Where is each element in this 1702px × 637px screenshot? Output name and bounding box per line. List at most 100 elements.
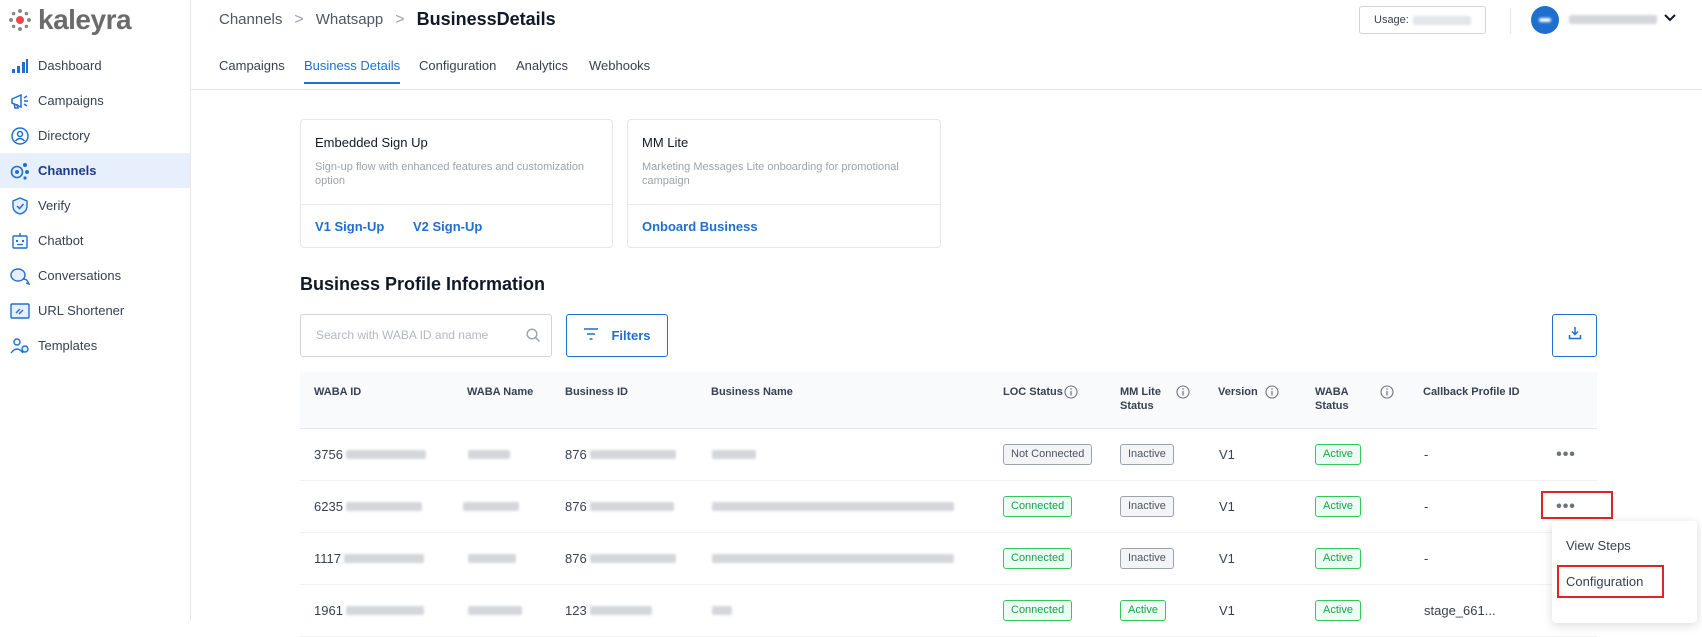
section-title: Business Profile Information: [300, 274, 546, 294]
v2-signup-link[interactable]: V2 Sign-Up: [413, 219, 482, 234]
tab-campaigns[interactable]: Campaigns: [219, 58, 285, 82]
waba-status-badge: Active: [1315, 444, 1361, 465]
info-icon[interactable]: [1176, 385, 1190, 404]
header-loc-status: LOC Status: [1003, 386, 1063, 398]
kaleyra-logo-icon: [9, 9, 31, 31]
tab-webhooks[interactable]: Webhooks: [589, 58, 650, 82]
tab-configuration[interactable]: Configuration: [419, 58, 496, 82]
chevron-right-icon: >: [294, 10, 304, 28]
chatbot-icon: [10, 231, 30, 251]
top-bar: Channels > Whatsapp > BusinessDetails Us…: [190, 0, 1702, 40]
version-cell: V1: [1219, 551, 1235, 566]
table-row[interactable]: 1961 123 Connected Active V1 Active stag…: [300, 585, 1597, 637]
v1-signup-link[interactable]: V1 Sign-Up: [315, 219, 384, 234]
waba-id-cell: 6235: [314, 499, 343, 514]
link-icon: [10, 301, 30, 321]
breadcrumb-channels[interactable]: Channels: [219, 11, 282, 28]
sidebar-item-chatbot[interactable]: Chatbot: [0, 223, 190, 258]
channels-icon: [10, 161, 30, 181]
search-box: [300, 314, 552, 357]
filters-label: Filters: [611, 328, 651, 343]
version-cell: V1: [1219, 499, 1235, 514]
redacted-text: [345, 450, 426, 459]
callback-cell: -: [1424, 499, 1429, 514]
redacted-text: [589, 450, 676, 459]
chevron-down-icon[interactable]: [1663, 11, 1677, 30]
filters-button[interactable]: Filters: [566, 314, 668, 357]
search-icon[interactable]: [526, 328, 541, 348]
menu-item-view-steps[interactable]: View Steps: [1566, 538, 1631, 553]
redacted-business-name: [712, 554, 954, 563]
breadcrumb-whatsapp[interactable]: Whatsapp: [316, 11, 384, 28]
sidebar: kaleyra Dashboard Campaigns Directory Ch…: [0, 0, 191, 621]
menu-item-configuration[interactable]: Configuration: [1566, 574, 1643, 589]
card-description: Marketing Messages Lite onboarding for p…: [642, 161, 899, 187]
loc-status-badge: Not Connected: [1003, 444, 1093, 465]
waba-id-cell: 3756: [314, 447, 343, 462]
header-mm-lite-status: Status: [1120, 400, 1154, 412]
sidebar-item-conversations[interactable]: Conversations: [0, 258, 190, 293]
download-icon: [1568, 326, 1582, 345]
tab-analytics[interactable]: Analytics: [516, 58, 568, 82]
header-business-name: Business Name: [711, 386, 793, 398]
kaleyra-logo[interactable]: kaleyra: [8, 4, 132, 36]
sidebar-item-url-shortener[interactable]: URL Shortener: [0, 293, 190, 328]
avatar[interactable]: [1531, 6, 1559, 34]
sidebar-item-verify[interactable]: Verify: [0, 188, 190, 223]
table-row[interactable]: 1117 876 Connected Inactive V1 Active -: [300, 533, 1597, 585]
info-icon[interactable]: [1380, 385, 1394, 404]
redacted-business-name: [712, 606, 732, 615]
download-button[interactable]: [1552, 314, 1597, 357]
redacted-waba-name: [468, 450, 510, 459]
row-actions-button[interactable]: •••: [1553, 446, 1579, 464]
row-actions-menu: View Steps Configuration: [1552, 521, 1697, 623]
business-id-cell: 123: [565, 603, 587, 618]
mm-lite-status-badge: Inactive: [1120, 444, 1174, 465]
sidebar-item-templates[interactable]: Templates: [0, 328, 190, 363]
info-icon[interactable]: [1265, 385, 1279, 404]
waba-status-badge: Active: [1315, 496, 1361, 517]
redacted-text: [589, 502, 674, 511]
sidebar-item-directory[interactable]: Directory: [0, 118, 190, 153]
info-icon[interactable]: [1064, 385, 1078, 404]
redacted-waba-name: [463, 502, 519, 511]
header-version: Version: [1218, 386, 1258, 398]
row-actions-button[interactable]: •••: [1553, 498, 1579, 516]
redacted-text: [345, 606, 424, 615]
table-row[interactable]: 3756 876 Not Connected Inactive V1 Activ…: [300, 429, 1597, 481]
card-divider: [628, 204, 940, 205]
sidebar-item-dashboard[interactable]: Dashboard: [0, 48, 190, 83]
onboard-business-link[interactable]: Onboard Business: [642, 219, 758, 234]
usage-badge[interactable]: Usage:: [1359, 6, 1486, 34]
redacted-text: [345, 502, 422, 511]
page-title: BusinessDetails: [416, 9, 556, 29]
redacted-business-name: [712, 502, 954, 511]
loc-status-badge: Connected: [1003, 496, 1073, 517]
redacted-text: [589, 554, 676, 563]
sidebar-item-label: URL Shortener: [38, 303, 125, 318]
version-cell: V1: [1219, 603, 1235, 618]
sidebar-item-label: Chatbot: [38, 233, 84, 248]
search-input[interactable]: [314, 327, 518, 343]
waba-id-cell: 1117: [314, 551, 341, 566]
redacted-business-name: [712, 450, 756, 459]
sidebar-item-label: Channels: [38, 163, 97, 178]
chat-bubbles-icon: [10, 266, 30, 286]
redacted-waba-name: [468, 606, 522, 615]
table-row[interactable]: 6235 876 Connected Inactive V1 Active -: [300, 481, 1597, 533]
redacted-user-name[interactable]: [1569, 15, 1657, 24]
templates-icon: [10, 336, 30, 356]
sidebar-item-label: Directory: [38, 128, 91, 143]
header-waba: WABA: [1315, 386, 1349, 398]
mm-lite-status-badge: Active: [1120, 600, 1166, 621]
sidebar-item-channels[interactable]: Channels: [0, 153, 190, 188]
loc-status-badge: Connected: [1003, 600, 1073, 621]
sidebar-item-campaigns[interactable]: Campaigns: [0, 83, 190, 118]
tab-bar: Campaigns Business Details Configuration…: [190, 50, 1702, 90]
tab-business-details[interactable]: Business Details: [304, 58, 401, 84]
callback-cell: stage_661...: [1424, 603, 1496, 618]
breadcrumb: Channels > Whatsapp > BusinessDetails: [219, 9, 556, 30]
mm-lite-status-badge: Inactive: [1120, 496, 1174, 517]
contact-icon: [10, 126, 30, 146]
embedded-signup-card: Embedded Sign Up Sign-up flow with enhan…: [300, 119, 613, 248]
